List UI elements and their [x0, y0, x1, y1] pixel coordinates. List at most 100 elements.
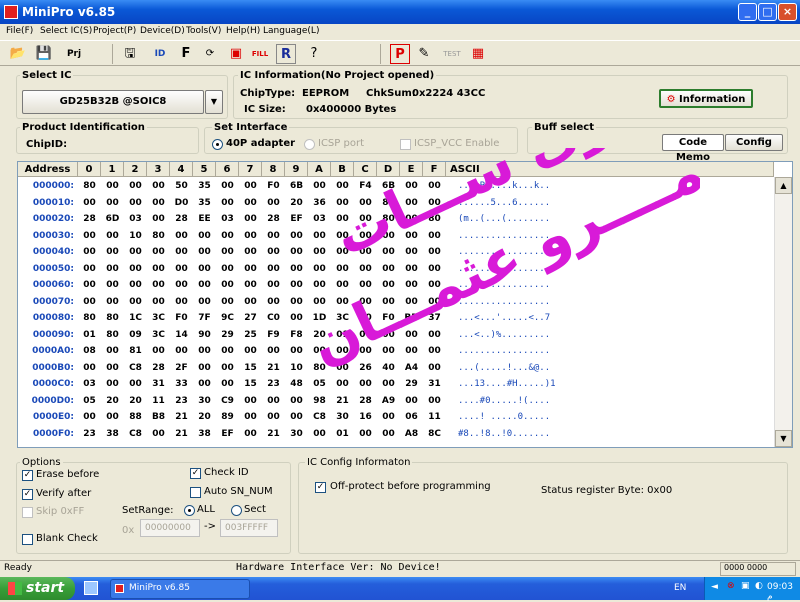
- byte-cell[interactable]: 20: [285, 195, 308, 211]
- config-button[interactable]: Config: [725, 134, 783, 151]
- byte-cell[interactable]: 00: [423, 261, 446, 277]
- range-sect-radio[interactable]: [231, 505, 242, 516]
- byte-cell[interactable]: 00: [78, 195, 101, 211]
- byte-cell[interactable]: 98: [308, 393, 331, 409]
- byte-cell[interactable]: 6B: [285, 178, 308, 194]
- table-row[interactable]: 000030: 00 00 10 80 00 00 00 00 00 00 00 00 00 00 00 00.…: [18, 228, 774, 244]
- menu-help[interactable]: Help(H): [226, 26, 260, 36]
- table-row[interactable]: 000000: 80 00 00 00 50 35 00 00 F0 6B 00 00 F4 6B 00 00.…: [18, 178, 774, 194]
- byte-cell[interactable]: 00: [331, 244, 354, 260]
- byte-cell[interactable]: 00: [216, 228, 239, 244]
- byte-cell[interactable]: 03: [124, 211, 147, 227]
- byte-cell[interactable]: 2F: [170, 360, 193, 376]
- byte-cell[interactable]: 38: [101, 426, 124, 442]
- byte-cell[interactable]: 3C: [147, 310, 170, 326]
- byte-cell[interactable]: 00: [216, 244, 239, 260]
- byte-cell[interactable]: 00: [354, 310, 377, 326]
- byte-cell[interactable]: 38: [193, 426, 216, 442]
- byte-cell[interactable]: 00: [216, 376, 239, 392]
- byte-cell[interactable]: 00: [354, 343, 377, 359]
- network-icon[interactable]: ▣: [741, 581, 750, 591]
- byte-cell[interactable]: 00: [101, 360, 124, 376]
- byte-cell[interactable]: 00: [147, 195, 170, 211]
- table-row[interactable]: 000090: 01 80 09 3C 14 90 29 25 F9 F8 20 01 00 00 00 00.…: [18, 327, 774, 343]
- byte-cell[interactable]: 00: [193, 376, 216, 392]
- byte-cell[interactable]: 00: [308, 261, 331, 277]
- byte-cell[interactable]: C9: [216, 393, 239, 409]
- byte-cell[interactable]: 00: [400, 393, 423, 409]
- byte-cell[interactable]: 00: [239, 393, 262, 409]
- skip-0xff-checkbox[interactable]: [22, 507, 33, 518]
- byte-cell[interactable]: 00: [331, 228, 354, 244]
- byte-cell[interactable]: 00: [400, 277, 423, 293]
- byte-cell[interactable]: 00: [308, 294, 331, 310]
- byte-cell[interactable]: 80: [147, 228, 170, 244]
- verify-icon[interactable]: F: [176, 44, 196, 64]
- byte-cell[interactable]: 00: [377, 277, 400, 293]
- menu-file[interactable]: File(F): [6, 26, 33, 36]
- range-all-radio[interactable]: [184, 505, 195, 516]
- byte-cell[interactable]: C8: [124, 426, 147, 442]
- byte-cell[interactable]: 28: [262, 211, 285, 227]
- byte-cell[interactable]: 20: [101, 393, 124, 409]
- byte-cell[interactable]: 00: [193, 244, 216, 260]
- byte-cell[interactable]: 00: [354, 195, 377, 211]
- vertical-scrollbar[interactable]: ▲ ▼: [774, 177, 792, 447]
- byte-cell[interactable]: 40: [377, 360, 400, 376]
- byte-cell[interactable]: 00: [78, 277, 101, 293]
- byte-cell[interactable]: 28: [354, 393, 377, 409]
- byte-cell[interactable]: 00: [124, 376, 147, 392]
- check-icsp-vcc[interactable]: [400, 139, 411, 150]
- table-row[interactable]: 000070: 00 00 00 00 00 00 00 00 00 00 00 00 00 00 00 00.…: [18, 294, 774, 310]
- read-r-icon[interactable]: R: [276, 44, 296, 64]
- minimize-button[interactable]: _: [738, 3, 757, 21]
- fill-icon[interactable]: FILL: [250, 44, 270, 64]
- edit-icon[interactable]: ✎: [414, 44, 434, 64]
- byte-cell[interactable]: 88: [124, 409, 147, 425]
- byte-cell[interactable]: 00: [193, 261, 216, 277]
- byte-cell[interactable]: 03: [308, 211, 331, 227]
- byte-cell[interactable]: 00: [354, 277, 377, 293]
- byte-cell[interactable]: 81: [124, 343, 147, 359]
- byte-cell[interactable]: 23: [262, 376, 285, 392]
- byte-cell[interactable]: 21: [331, 393, 354, 409]
- arrow-icon[interactable]: ◄: [711, 582, 718, 592]
- byte-cell[interactable]: 00: [354, 426, 377, 442]
- byte-cell[interactable]: 00: [354, 228, 377, 244]
- byte-cell[interactable]: 00: [377, 409, 400, 425]
- title-bar[interactable]: MiniPro v6.85 _ □ ×: [0, 0, 800, 24]
- byte-cell[interactable]: 00: [239, 277, 262, 293]
- byte-cell[interactable]: 00: [423, 178, 446, 194]
- blank-icon[interactable]: ⟳: [200, 44, 220, 64]
- byte-cell[interactable]: 00: [101, 195, 124, 211]
- byte-cell[interactable]: 00: [78, 244, 101, 260]
- byte-cell[interactable]: 00: [124, 195, 147, 211]
- byte-cell[interactable]: F4: [354, 178, 377, 194]
- byte-cell[interactable]: 00: [377, 327, 400, 343]
- chip-icon[interactable]: ▦: [468, 44, 488, 64]
- byte-cell[interactable]: 00: [147, 277, 170, 293]
- byte-cell[interactable]: 00: [308, 178, 331, 194]
- byte-cell[interactable]: 20: [308, 327, 331, 343]
- byte-cell[interactable]: 00: [216, 261, 239, 277]
- byte-cell[interactable]: 35: [193, 178, 216, 194]
- byte-cell[interactable]: 00: [147, 178, 170, 194]
- maximize-button[interactable]: □: [758, 3, 777, 21]
- byte-cell[interactable]: 30: [193, 393, 216, 409]
- byte-cell[interactable]: 00: [331, 195, 354, 211]
- byte-cell[interactable]: 00: [124, 261, 147, 277]
- byte-cell[interactable]: F8: [285, 327, 308, 343]
- byte-cell[interactable]: 00: [170, 277, 193, 293]
- auto-sn-checkbox[interactable]: [190, 487, 201, 498]
- byte-cell[interactable]: 28: [78, 211, 101, 227]
- save-icon[interactable]: 💾: [34, 44, 54, 64]
- radio-40p-adapter[interactable]: [212, 139, 223, 150]
- byte-cell[interactable]: 00: [147, 211, 170, 227]
- byte-cell[interactable]: 00: [147, 294, 170, 310]
- byte-cell[interactable]: 00: [377, 343, 400, 359]
- byte-cell[interactable]: 35: [193, 195, 216, 211]
- byte-cell[interactable]: 00: [170, 244, 193, 260]
- byte-cell[interactable]: 00: [170, 261, 193, 277]
- byte-cell[interactable]: 00: [400, 228, 423, 244]
- byte-cell[interactable]: 26: [354, 360, 377, 376]
